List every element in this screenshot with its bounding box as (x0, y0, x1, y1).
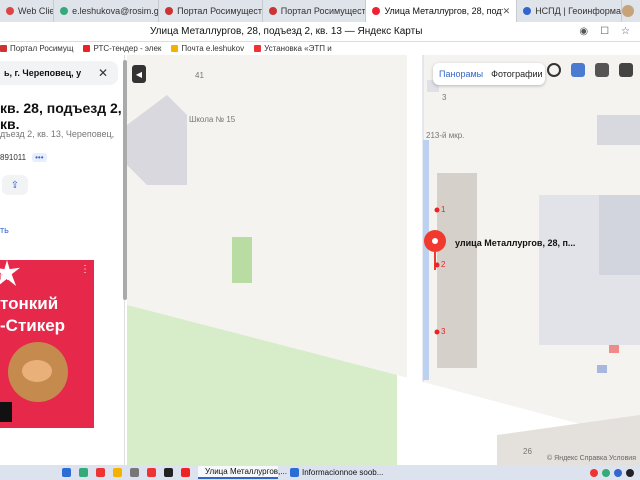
sidewalk-blue (423, 140, 429, 380)
star-icon[interactable]: ☆ (621, 26, 630, 37)
ad-banner[interactable]: ИК ⋮ тонкий -Стикер (0, 260, 94, 428)
ad-menu-icon[interactable]: ⋮ (80, 264, 90, 275)
more-button[interactable]: ••• (32, 153, 47, 162)
taskbar-app-icon[interactable] (79, 468, 88, 477)
window-controls (622, 0, 640, 22)
place-heading: кв. 28, подъезд 2, кв. (0, 100, 122, 132)
entrance-marker-3 (434, 329, 440, 335)
place-panel: ь, г. Череповец, у ✕ кв. 28, подъезд 2, … (0, 55, 125, 465)
place-address: дъезд 2, кв. 13, Череповец, (0, 129, 115, 139)
camera-icon[interactable] (595, 63, 609, 77)
label-district: 213-й мкр. (426, 131, 465, 140)
taskbar-window-doc[interactable]: Informacionnoe soob... (286, 466, 387, 479)
map-canvas[interactable]: ◀ Панорамы Фотографии 41 Школа № 15 213-… (127, 55, 640, 465)
map-attribution[interactable]: © Яндекс Справка Условия (547, 455, 636, 462)
map-toolbar (547, 63, 633, 77)
bookmark-rts[interactable]: РТС-тендер - элек (83, 44, 161, 53)
share-icon: ⇪ (10, 179, 20, 191)
taskbar-app-icon[interactable] (96, 468, 105, 477)
green-plot (232, 237, 252, 283)
ad-tag: ИК (0, 272, 12, 282)
tab-rosim-2[interactable]: Портал Росимущества (263, 0, 367, 22)
address-bar: Улица Металлургов, 28, подъезд 2, кв. 13… (0, 22, 640, 42)
chevron-left-icon: ◀ (135, 69, 143, 79)
document-icon (290, 468, 299, 477)
teddy-bear-image (8, 342, 68, 402)
tray-icon[interactable] (614, 468, 622, 477)
taskbar-app-icon[interactable] (113, 468, 122, 477)
taskbar-app-icon[interactable] (164, 468, 173, 477)
bookmark-etp[interactable]: Установка «ЭТП и (254, 44, 332, 53)
yandex-browser-icon[interactable] (181, 468, 190, 477)
tab-web-client[interactable]: Web Clie (0, 0, 55, 22)
windows-taskbar: Улица Металлургов,... Informacionnoe soo… (0, 465, 640, 480)
taskbar-app-icon[interactable] (62, 468, 71, 477)
bookmark-favicon-icon (83, 45, 91, 52)
place-code: 891011 ••• (0, 153, 47, 162)
building-top-right (597, 115, 640, 145)
map-layer-buttons: Панорамы Фотографии (433, 63, 545, 85)
map-pin-favicon-icon (372, 7, 381, 15)
tab-favicon-icon (6, 7, 14, 15)
yandex-browser-icon[interactable] (147, 468, 156, 477)
system-tray (590, 468, 640, 477)
entrance-label-3: 3 (441, 327, 446, 336)
bookmarks-bar: Портал Росимущ РТС-тендер - элек Почта e… (0, 42, 640, 55)
building-school (127, 95, 187, 185)
park-area (127, 305, 397, 465)
panoramas-button[interactable]: Панорамы (439, 69, 483, 79)
bookmark-rosim[interactable]: Портал Росимущ (0, 44, 73, 53)
map-view-icon[interactable] (571, 63, 585, 77)
poi-icon (609, 345, 619, 353)
tab-favicon-icon (523, 7, 532, 15)
tab-favicon-icon (60, 7, 69, 15)
tab-nspd[interactable]: НСПД | Геоинформаци (517, 0, 623, 22)
tab-favicon-icon (165, 7, 174, 15)
tray-icon[interactable] (590, 468, 598, 477)
entrance-marker-1 (434, 207, 440, 213)
entrance-label-2: 2 (441, 260, 446, 269)
building-right-block (599, 195, 640, 275)
search-input[interactable]: ь, г. Череповец, у ✕ (0, 61, 118, 85)
tab-rosim-1[interactable]: Портал Росимущества (159, 0, 263, 22)
collapse-panel-button[interactable]: ◀ (132, 65, 146, 83)
layers-icon[interactable] (547, 63, 561, 77)
bookmark-favicon-icon (254, 45, 262, 52)
page-title: Улица Металлургов, 28, подъезд 2, кв. 13… (150, 26, 423, 37)
ad-dark-block (0, 402, 12, 422)
label-house-26: 26 (523, 447, 532, 456)
close-tab-icon[interactable]: ✕ (503, 6, 511, 17)
photos-button[interactable]: Фотографии (491, 69, 542, 79)
share-button[interactable]: ⇪ (2, 175, 28, 195)
taskbar-app-icon[interactable] (130, 468, 139, 477)
label-school: Школа № 15 (189, 115, 236, 124)
place-label[interactable]: улица Металлургов, 28, п... (455, 238, 575, 248)
poi-icon-2 (597, 365, 607, 373)
location-icon[interactable]: ◉ (579, 26, 588, 37)
bookmark-mail[interactable]: Почта e.leshukov (171, 44, 244, 53)
ad-line-2: -Стикер (0, 316, 66, 335)
bookmark-favicon-icon (171, 45, 179, 52)
building-selected (437, 173, 477, 368)
entrance-marker-2 (434, 262, 440, 268)
bookmark-icon[interactable]: ☐ (600, 26, 609, 37)
ad-line-1: тонкий (0, 294, 59, 313)
label-house-3: 3 (442, 93, 447, 102)
profile-avatar-icon[interactable] (622, 5, 635, 17)
entrance-label-1: 1 (441, 205, 446, 214)
address-bar-icons: ◉ ☐ ☆ (579, 26, 640, 37)
tab-yandex-maps[interactable]: Улица Металлургов, 28, подъезд 2, кв. 13… (366, 0, 518, 22)
browser-tab-bar: Web Clie e.leshukova@rosim.gov Портал Ро… (0, 0, 640, 22)
tray-icon[interactable] (626, 468, 634, 477)
clear-search-icon[interactable]: ✕ (98, 66, 108, 80)
transport-icon[interactable] (619, 63, 633, 77)
bookmark-favicon-icon (0, 45, 7, 52)
tab-mail[interactable]: e.leshukova@rosim.gov (54, 0, 160, 22)
tab-favicon-icon (268, 7, 277, 15)
panel-link[interactable]: ть (0, 225, 9, 235)
tray-icon[interactable] (602, 468, 610, 477)
taskbar-window-maps[interactable]: Улица Металлургов,... (198, 466, 287, 479)
label-block-41: 41 (195, 71, 204, 80)
